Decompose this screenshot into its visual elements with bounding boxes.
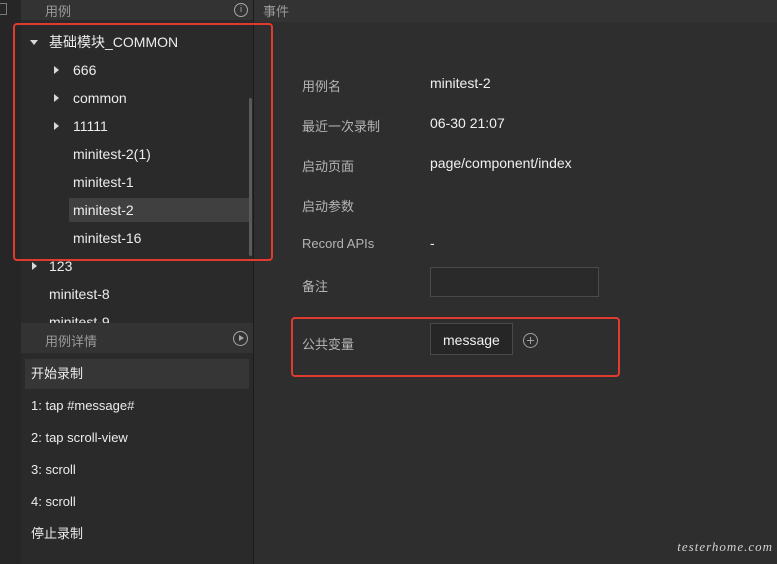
public-variables-label: 公共变量 [302, 337, 355, 352]
tree-item-label: minitest-8 [49, 286, 110, 302]
start-params-label: 启动参数 [302, 199, 355, 214]
window-gutter [0, 0, 22, 564]
case-name-value: minitest-2 [430, 75, 491, 91]
tree-item-label: 11111 [73, 118, 108, 134]
last-recorded-label: 最近一次录制 [302, 119, 381, 134]
tree-item-label: 666 [73, 62, 97, 78]
events-header-title: 事件 [263, 4, 290, 19]
tree-item-minitest-8[interactable]: minitest-8 [45, 282, 249, 306]
tree-item-label: minitest-16 [73, 230, 142, 246]
case-details-title: 用例详情 [45, 334, 98, 349]
step-item[interactable]: 开始录制 [25, 359, 249, 389]
tree-item-label: common [73, 90, 127, 106]
events-header: 事件 [254, 0, 777, 22]
chevron-right-icon[interactable] [54, 94, 59, 102]
tree-item-11111[interactable]: 11111 [51, 114, 249, 138]
gutter-tab-icon [0, 3, 7, 15]
record-apis-value: - [430, 235, 435, 251]
start-page-value: page/component/index [430, 155, 572, 171]
left-panel: 用例 i 基础模块_COMMON 666 common 11111 minite… [21, 0, 253, 564]
cases-header: 用例 i [21, 0, 253, 20]
remarks-input[interactable] [430, 267, 599, 297]
chevron-right-icon[interactable] [54, 66, 59, 74]
tree-item-123[interactable]: 123 [27, 254, 249, 278]
chevron-down-icon[interactable] [30, 40, 38, 45]
tree-item-minitest-16[interactable]: minitest-16 [69, 226, 249, 250]
case-tree: 基础模块_COMMON 666 common 11111 minitest-2(… [21, 20, 253, 323]
chevron-right-icon[interactable] [32, 262, 37, 270]
tree-item-label: 基础模块_COMMON [49, 34, 179, 50]
cases-header-title: 用例 [45, 4, 72, 19]
step-item[interactable]: 1: tap #message# [25, 391, 249, 421]
step-item[interactable]: 停止录制 [25, 519, 249, 549]
step-item[interactable]: 2: tap scroll-view [25, 423, 249, 453]
watermark: testerhome.com [677, 539, 773, 554]
start-page-label: 启动页面 [302, 159, 355, 174]
tree-item-label: minitest-1 [73, 174, 134, 190]
tree-item-label: minitest-2(1) [73, 146, 151, 162]
add-icon[interactable] [523, 333, 538, 348]
tree-item-minitest-1[interactable]: minitest-1 [69, 170, 249, 194]
tree-item-minitest-2-1[interactable]: minitest-2(1) [69, 142, 249, 166]
tree-item-label: 123 [49, 258, 73, 274]
case-details-header: 用例详情 [21, 323, 253, 353]
case-name-label: 用例名 [302, 79, 342, 94]
public-variable-tag[interactable]: message [430, 323, 513, 355]
tree-item-minitest-2[interactable]: minitest-2 [69, 198, 249, 222]
record-apis-label: Record APIs [302, 236, 375, 251]
right-panel: 事件 用例名 minitest-2 最近一次录制 06-30 21:07 启动页… [254, 0, 777, 564]
tree-item-common[interactable]: common [51, 86, 249, 110]
play-icon[interactable] [233, 331, 248, 346]
tree-item-common-module[interactable]: 基础模块_COMMON [27, 30, 249, 54]
tree-item-666[interactable]: 666 [51, 58, 249, 82]
tree-scrollbar[interactable] [249, 98, 252, 256]
tree-item-minitest-9[interactable]: minitest-9 [45, 310, 249, 323]
step-item[interactable]: 3: scroll [25, 455, 249, 485]
tree-item-label: minitest-2 [73, 202, 134, 218]
tree-item-label: minitest-9 [49, 314, 110, 323]
step-item[interactable]: 4: scroll [25, 487, 249, 517]
chevron-right-icon[interactable] [54, 122, 59, 130]
remarks-label: 备注 [302, 279, 329, 294]
last-recorded-value: 06-30 21:07 [430, 115, 505, 131]
info-icon[interactable]: i [234, 3, 248, 17]
